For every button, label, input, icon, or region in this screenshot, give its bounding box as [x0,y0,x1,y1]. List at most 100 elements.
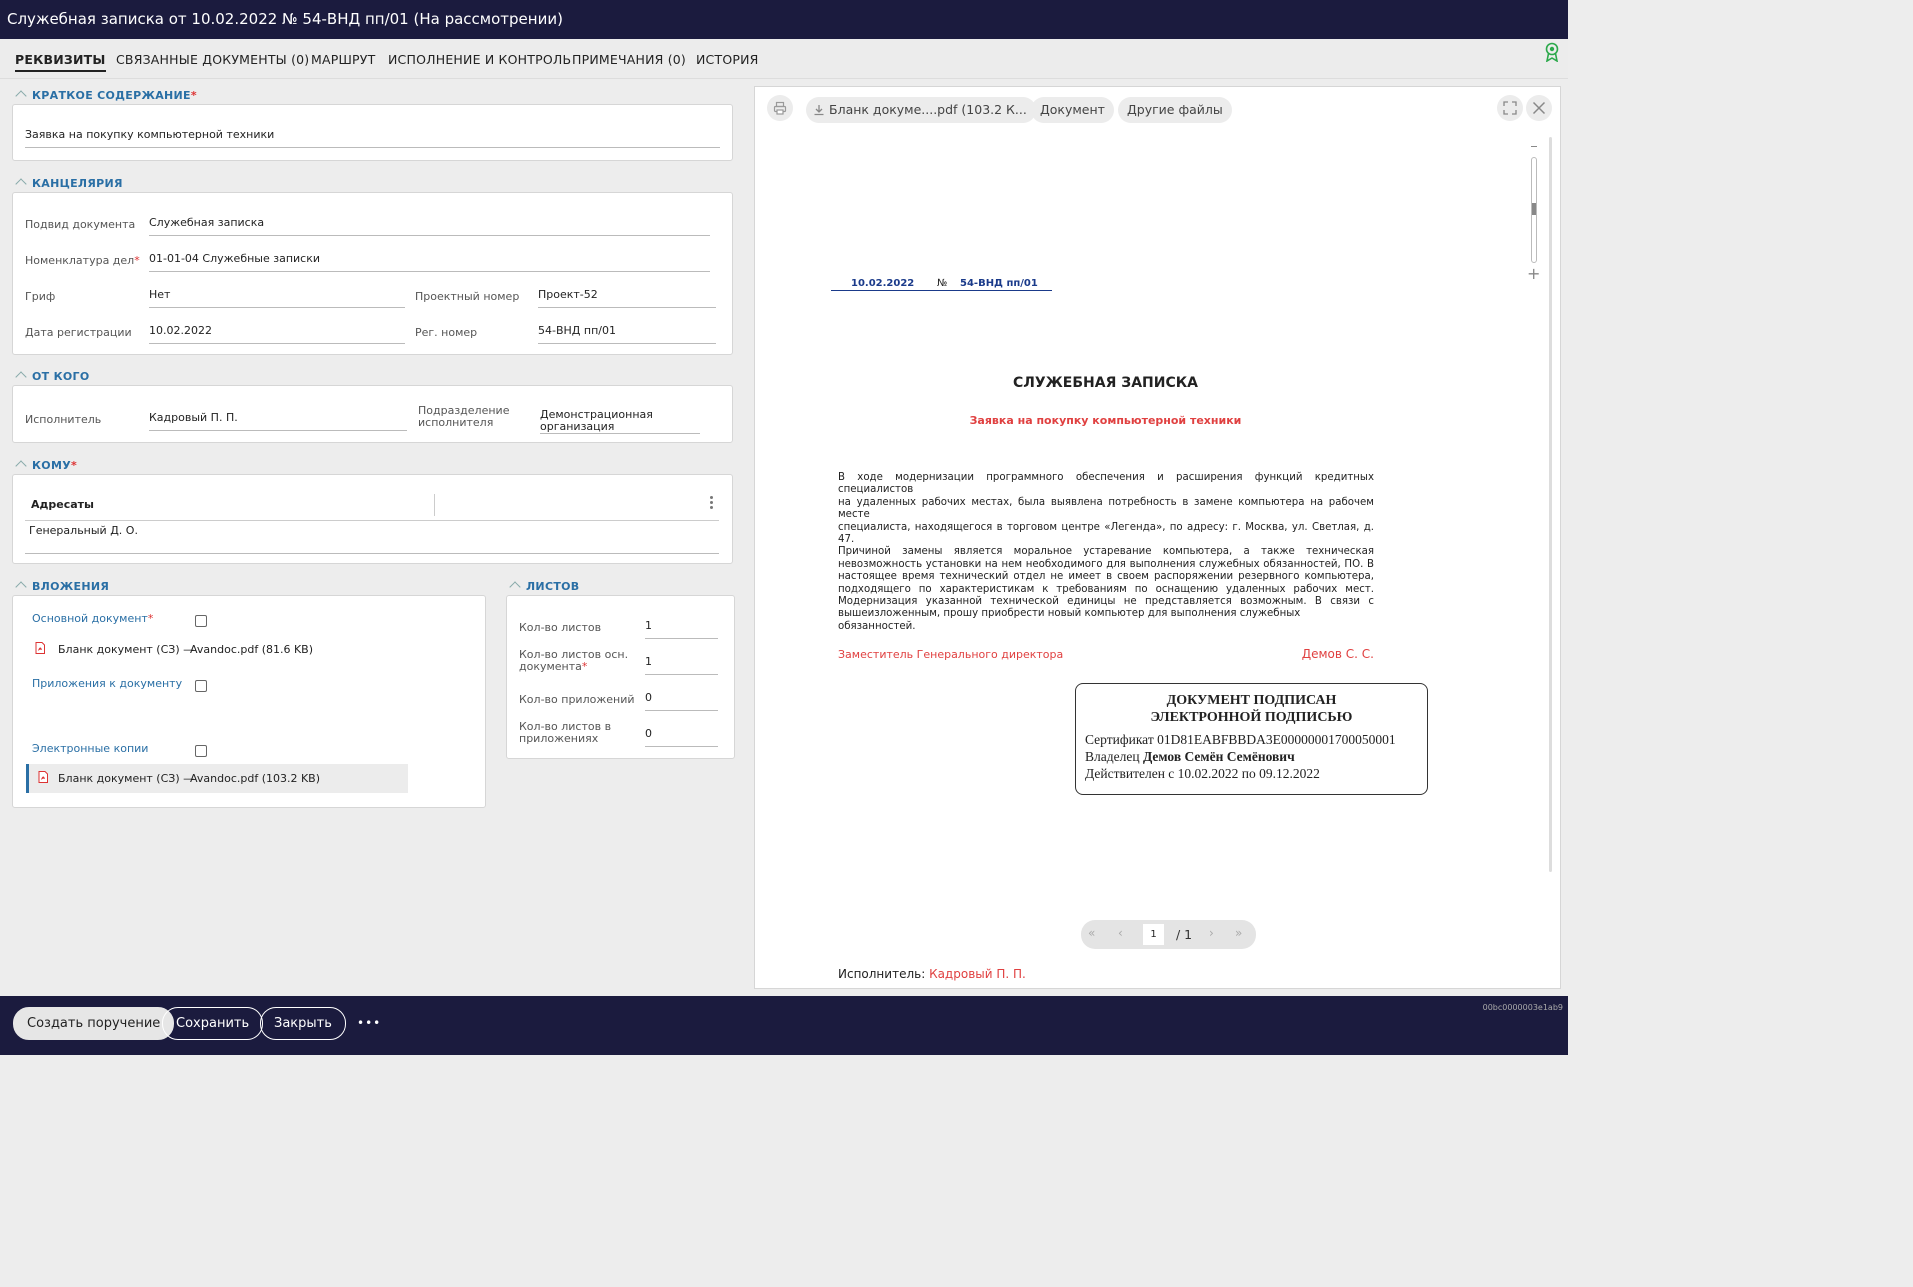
doc-body: В ходе модернизации программного обеспеч… [838,472,1374,632]
appendices-label: Приложения к документу [32,677,183,690]
stamp-label: Гриф [25,290,56,303]
create-task-button[interactable]: Создать поручение [13,1007,175,1040]
section-to-title[interactable]: КОМУ* [15,459,77,472]
electronic-signature-stamp: ДОКУМЕНТ ПОДПИСАН ЭЛЕКТРОННОЙ ПОДПИСЬЮ Се… [1075,683,1428,795]
office-panel: Подвид документа Служебная записка Номен… [12,192,733,355]
signature-validity: Действителен с 10.02.2022 по 09.12.2022 [1085,766,1320,781]
electronic-copies-label: Электронные копии [32,742,149,755]
page-total: / 1 [1176,927,1193,942]
save-button[interactable]: Сохранить [162,1007,264,1040]
from-panel: Исполнитель Кадровый П. П. Подразделение… [12,385,733,443]
section-office-title[interactable]: КАНЦЕЛЯРИЯ [15,177,123,190]
doc-executor: Исполнитель: Кадровый П. П. [838,967,1026,981]
table-bottom-line [25,553,719,554]
executor-label: Исполнитель [25,413,102,426]
appendices-count-label: Кол-во приложений [519,693,635,706]
print-button[interactable] [767,95,793,121]
addressees-column-header: Адресаты [31,498,94,511]
sheets-count-label: Кол-во листов [519,621,602,634]
other-files-button[interactable]: Другие файлы [1118,97,1232,123]
pdf-icon [38,771,48,783]
summary-field[interactable]: Заявка на покупку компьютерной техники [25,128,720,148]
appendix-sheets-field[interactable]: 0 [645,727,718,747]
nomenclature-label: Номенклатура дел* [25,254,140,267]
zoom-slider[interactable] [1531,157,1537,263]
tab-execution-control[interactable]: ИСПОЛНЕНИЕ И КОНТРОЛЬ [388,52,571,70]
chevron-up-icon [15,460,27,472]
signature-owner: Владелец Демов Семён Семёнович [1085,749,1295,764]
header-divider [25,520,719,521]
doc-date-number-line: 10.02.2022 № 54-ВНД пп/01 [831,278,1052,291]
page-number-input[interactable]: 1 [1143,924,1164,945]
project-number-field[interactable]: Проект-52 [538,288,716,308]
fullscreen-icon [1503,101,1517,115]
attachments-panel: Основной документ* Бланк документ (СЗ) —… [12,595,486,808]
zoom-slider-handle[interactable] [1532,203,1536,215]
doc-number: 54-ВНД пп/01 [960,278,1038,289]
section-attachments-title[interactable]: ВЛОЖЕНИЯ [15,580,109,593]
main-document-checkbox[interactable] [195,615,207,627]
project-number-label: Проектный номер [415,290,520,303]
kebab-icon[interactable] [710,496,714,510]
subtype-field[interactable]: Служебная записка [149,216,710,236]
to-panel: Адресаты Генеральный Д. О. [12,474,733,564]
main-document-label: Основной документ* [32,612,154,625]
executor-dept-field[interactable]: Демонстрационная организация [540,409,700,434]
section-sheets-title[interactable]: ЛИСТОВ [509,580,579,593]
award-icon[interactable] [1544,42,1560,62]
reg-number-label: Рег. номер [415,326,478,339]
printer-icon [773,101,787,115]
chevron-up-icon [15,178,27,190]
document-viewer: Бланк докуме....pdf (103.2 К... Документ… [754,86,1561,989]
more-actions-button[interactable]: ••• [357,1016,381,1030]
signature-title: ДОКУМЕНТ ПОДПИСАН ЭЛЕКТРОННОЙ ПОДПИСЬЮ [1150,693,1353,725]
tab-notes[interactable]: ПРИМЕЧАНИЯ (0) [572,52,686,70]
reg-number-field[interactable]: 54-ВНД пп/01 [538,324,716,344]
main-document-file[interactable]: Avandoc.pdf (81.6 KB) [190,643,313,656]
doc-heading: СЛУЖЕБНАЯ ЗАПИСКА [1012,375,1199,391]
close-button[interactable]: Закрыть [260,1007,346,1040]
electronic-copies-checkbox[interactable] [195,745,207,757]
addressee-row[interactable]: Генеральный Д. О. [29,524,138,537]
fullscreen-button[interactable] [1497,95,1523,121]
stamp-field[interactable]: Нет [149,288,405,308]
document-button[interactable]: Документ [1031,97,1114,123]
nomenclature-field[interactable]: 01-01-04 Служебные записки [149,252,710,272]
window-title: Служебная записка от 10.02.2022 № 54-ВНД… [0,0,1568,39]
close-viewer-button[interactable] [1526,95,1552,121]
tab-history[interactable]: ИСТОРИЯ [696,52,759,70]
column-divider [434,494,435,516]
close-icon [1532,101,1546,115]
pagination: « ‹ 1 / 1 › » [1081,920,1256,949]
sheets-count-field[interactable]: 1 [645,619,718,639]
sheets-panel: Кол-во листов 1 Кол-во листов осн. докуме… [506,595,735,759]
doc-number-sign: № [935,278,950,289]
tab-route[interactable]: МАРШРУТ [311,52,375,70]
chevron-up-icon [509,581,521,593]
zoom-out-button[interactable] [1531,146,1537,147]
tab-related-documents[interactable]: СВЯЗАННЫЕ ДОКУМЕНТЫ (0) [116,52,309,70]
section-summary-title[interactable]: КРАТКОЕ СОДЕРЖАНИЕ* [15,89,197,102]
chevron-up-icon [15,90,27,102]
appendices-count-field[interactable]: 0 [645,691,718,711]
electronic-copy-row[interactable]: Бланк документ (СЗ) — Avandoc.pdf (103.2… [26,764,408,793]
prev-page-button[interactable]: ‹ [1118,926,1123,940]
viewer-scrollbar[interactable] [1549,137,1552,872]
executor-dept-label: Подразделение исполнителя [418,404,510,429]
executor-field[interactable]: Кадровый П. П. [149,411,407,431]
doc-subject: Заявка на покупку компьютерной техники [969,414,1242,427]
appendix-sheets-label: Кол-во листов в приложениях [519,720,612,745]
tab-requisites[interactable]: РЕКВИЗИТЫ [15,52,106,72]
appendices-checkbox[interactable] [195,680,207,692]
main-document-name[interactable]: Бланк документ (СЗ) — [58,643,194,656]
main-sheets-field[interactable]: 1 [645,655,718,675]
next-page-button[interactable]: › [1209,926,1214,940]
zoom-in-button[interactable]: + [1527,266,1540,282]
chevron-up-icon [15,371,27,383]
last-page-button[interactable]: » [1235,926,1242,940]
doc-date: 10.02.2022 [851,278,915,289]
first-page-button[interactable]: « [1088,926,1095,940]
file-download-button[interactable]: Бланк докуме....pdf (103.2 К... [806,97,1036,123]
reg-date-field[interactable]: 10.02.2022 [149,324,405,344]
section-from-title[interactable]: ОТ КОГО [15,370,90,383]
